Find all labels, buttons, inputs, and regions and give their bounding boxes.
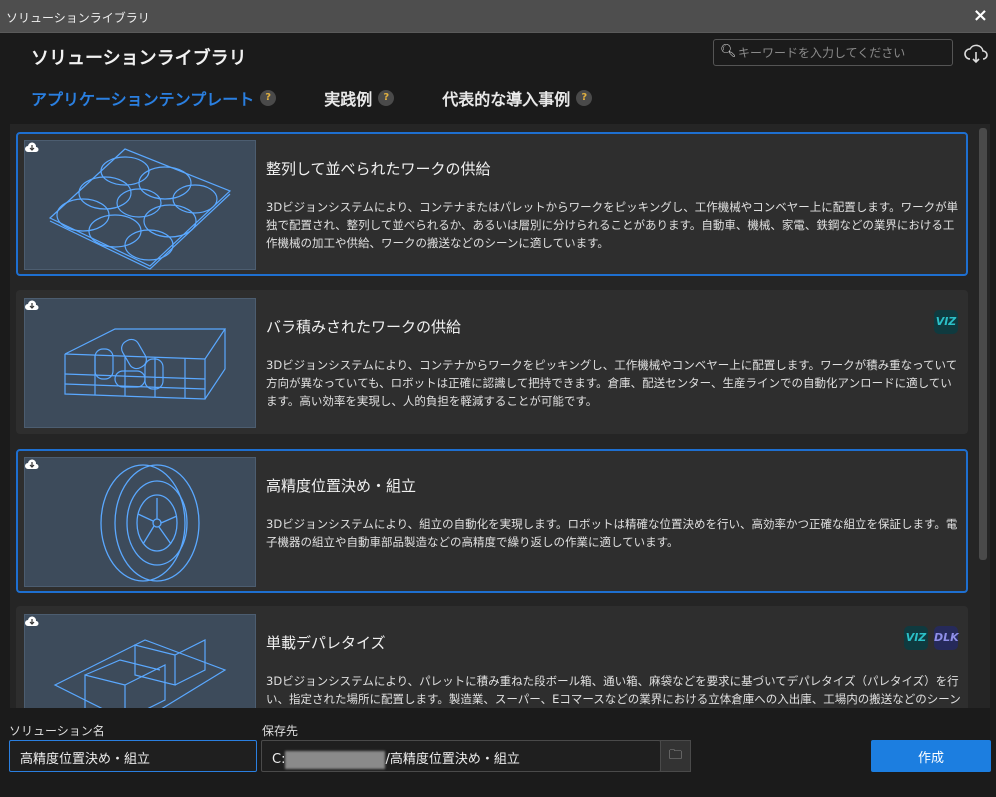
- search-input[interactable]: [738, 43, 948, 63]
- scrollbar[interactable]: [979, 128, 987, 560]
- search-icon: 🔍︎: [720, 44, 737, 59]
- solution-name-input[interactable]: 高精度位置決め・組立: [9, 740, 257, 772]
- download-icon[interactable]: [25, 299, 39, 311]
- template-card[interactable]: 単載デパレタイズ 3Dビジョンシステムにより、パレットに積み重ねた段ボール箱、通…: [16, 606, 968, 708]
- card-description: 3Dビジョンシステムにより、組立の自動化を実現します。ロボットは精確な位置決めを…: [266, 517, 958, 549]
- path-prefix: C:: [272, 752, 286, 767]
- template-card[interactable]: 高精度位置決め・組立 3Dビジョンシステムにより、組立の自動化を実現します。ロボ…: [16, 449, 968, 593]
- download-icon[interactable]: [25, 141, 39, 153]
- solution-name-value: 高精度位置決め・組立: [20, 752, 151, 767]
- card-description: 3Dビジョンシステムにより、コンテナまたはパレットからワークをピッキングし、工作…: [266, 200, 959, 250]
- browse-folder-button[interactable]: 🗀︎: [660, 740, 691, 772]
- template-thumbnail: [24, 457, 256, 587]
- download-icon[interactable]: [25, 458, 39, 470]
- template-thumbnail: [24, 614, 256, 708]
- card-title: バラ積みされたワークの供給: [266, 318, 462, 336]
- tab-label: アプリケーションテンプレート: [31, 90, 255, 109]
- tab-label: 実践例: [324, 90, 373, 109]
- solution-name-label: ソリューション名: [9, 724, 105, 738]
- template-card[interactable]: 整列して並べられたワークの供給 3Dビジョンシステムにより、コンテナまたはパレッ…: [16, 132, 968, 276]
- card-title: 整列して並べられたワークの供給: [266, 160, 491, 178]
- help-icon[interactable]: ?: [378, 90, 395, 106]
- cloud-download-icon[interactable]: [964, 42, 988, 64]
- viz-badge: VIZ: [904, 626, 928, 650]
- bin-wireframe-icon: [64, 328, 227, 400]
- page-title: ソリューションライブラリ: [31, 48, 247, 69]
- tab-application-templates[interactable]: アプリケーションテンプレート?: [31, 86, 277, 110]
- tab-case-studies[interactable]: 代表的な導入事例?: [442, 86, 593, 110]
- template-thumbnail: [24, 140, 256, 270]
- viz-badge: VIZ: [934, 310, 958, 334]
- tray-wireframe-icon: [48, 148, 232, 270]
- path-suffix: /高精度位置決め・組立: [385, 752, 520, 767]
- title-bar: ソリューションライブラリ ×: [0, 0, 996, 33]
- card-description: 3Dビジョンシステムにより、コンテナからワークをピッキングし、工作機械やコンベヤ…: [266, 358, 958, 408]
- template-list: 整列して並べられたワークの供給 3Dビジョンシステムにより、コンテナまたはパレッ…: [10, 124, 990, 708]
- redacted-path: [285, 750, 386, 769]
- help-icon[interactable]: ?: [260, 90, 277, 106]
- card-title: 高精度位置決め・組立: [266, 477, 417, 495]
- tab-bar: アプリケーションテンプレート? 実践例? 代表的な導入事例?: [31, 86, 640, 110]
- save-path-label: 保存先: [262, 724, 299, 738]
- card-description: 3Dビジョンシステムにより、パレットに積み重ねた段ボール箱、通い箱、麻袋などを要…: [266, 674, 961, 706]
- help-icon[interactable]: ?: [576, 90, 593, 106]
- window-title: ソリューションライブラリ: [6, 11, 150, 25]
- dlk-badge: DLK: [934, 626, 959, 650]
- folder-icon: 🗀︎: [668, 748, 682, 763]
- save-path-input[interactable]: C: /高精度位置決め・組立: [261, 740, 661, 772]
- pallet-boxes-wireframe-icon: [53, 639, 227, 708]
- tab-practice-examples[interactable]: 実践例?: [324, 86, 395, 110]
- template-thumbnail: [24, 298, 256, 428]
- create-button[interactable]: 作成: [871, 740, 991, 772]
- close-icon[interactable]: ×: [973, 5, 988, 26]
- tab-label: 代表的な導入事例: [442, 90, 571, 109]
- card-title: 単載デパレタイズ: [266, 634, 386, 652]
- template-card[interactable]: バラ積みされたワークの供給 3Dビジョンシステムにより、コンテナからワークをピッ…: [16, 290, 968, 434]
- download-icon[interactable]: [25, 615, 39, 627]
- search-box[interactable]: 🔍︎: [713, 39, 953, 66]
- tire-wireframe-icon: [100, 464, 200, 582]
